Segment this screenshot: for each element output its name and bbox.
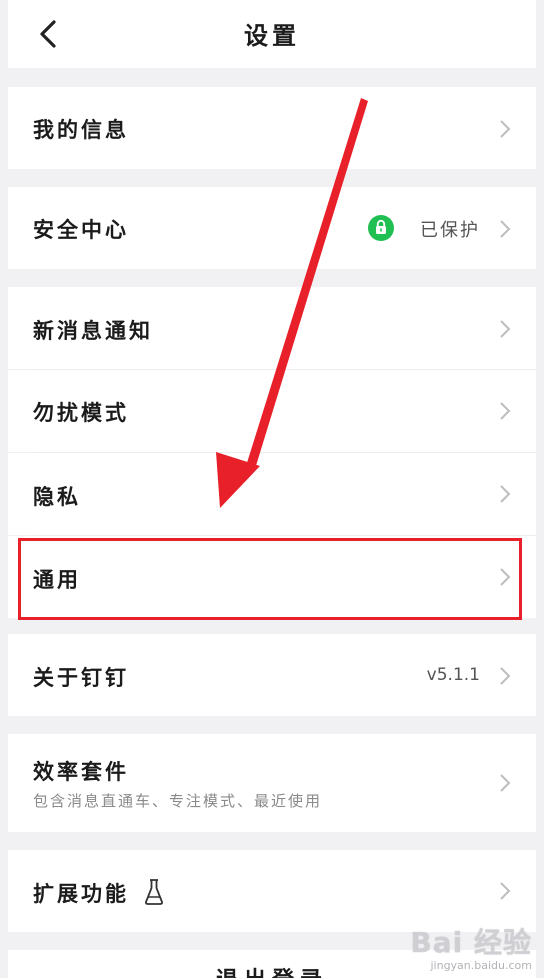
row-privacy-label: 隐私 [33, 485, 81, 509]
chevron-right-icon [500, 667, 511, 685]
chevron-right-icon [500, 402, 511, 420]
app-version: v5.1.1 [426, 665, 480, 685]
row-extensions-label: 扩展功能 [33, 882, 129, 906]
security-status: 已保护 [420, 220, 480, 241]
row-do-not-disturb[interactable]: 勿扰模式 [8, 370, 536, 452]
left-edge [0, 0, 8, 978]
chevron-right-icon [500, 774, 511, 792]
chevron-right-icon [500, 485, 511, 503]
row-dnd-label: 勿扰模式 [33, 401, 129, 425]
row-new-message-notification[interactable]: 新消息通知 [8, 287, 536, 369]
flask-icon [145, 879, 163, 905]
watermark-logo: Bai 经验 [410, 926, 532, 959]
row-security-label: 安全中心 [33, 218, 129, 242]
chevron-right-icon [500, 882, 511, 900]
settings-page: 设置 我的信息 安全中心 已保护 新消息通知 勿扰模式 隐私 通用 关于钉钉 v… [0, 0, 544, 978]
chevron-right-icon [500, 568, 511, 586]
watermark: Bai 经验 jingyan.baidu.com [410, 921, 532, 972]
page-title: 设置 [244, 22, 300, 50]
chevron-right-icon [500, 120, 511, 138]
right-edge [536, 0, 544, 978]
chevron-right-icon [500, 220, 511, 238]
row-general-label: 通用 [33, 568, 81, 592]
row-notifications-label: 新消息通知 [33, 319, 153, 343]
row-efficiency-label: 效率套件 [33, 760, 129, 784]
header-bar: 设置 [0, 0, 544, 68]
chevron-right-icon [500, 320, 511, 338]
row-general[interactable]: 通用 [8, 536, 536, 618]
row-extensions[interactable]: 扩展功能 [8, 850, 536, 932]
row-about-label: 关于钉钉 [33, 666, 129, 690]
lock-icon [368, 215, 394, 241]
row-about-dingtalk[interactable]: 关于钉钉 v5.1.1 [8, 634, 536, 716]
row-privacy[interactable]: 隐私 [8, 453, 536, 535]
row-my-info-label: 我的信息 [33, 118, 129, 142]
row-my-info[interactable]: 我的信息 [8, 87, 536, 169]
row-security-center[interactable]: 安全中心 已保护 [8, 187, 536, 269]
row-efficiency-suite[interactable]: 效率套件 包含消息直通车、专注模式、最近使用 [8, 734, 536, 832]
row-efficiency-sublabel: 包含消息直通车、专注模式、最近使用 [33, 792, 323, 810]
